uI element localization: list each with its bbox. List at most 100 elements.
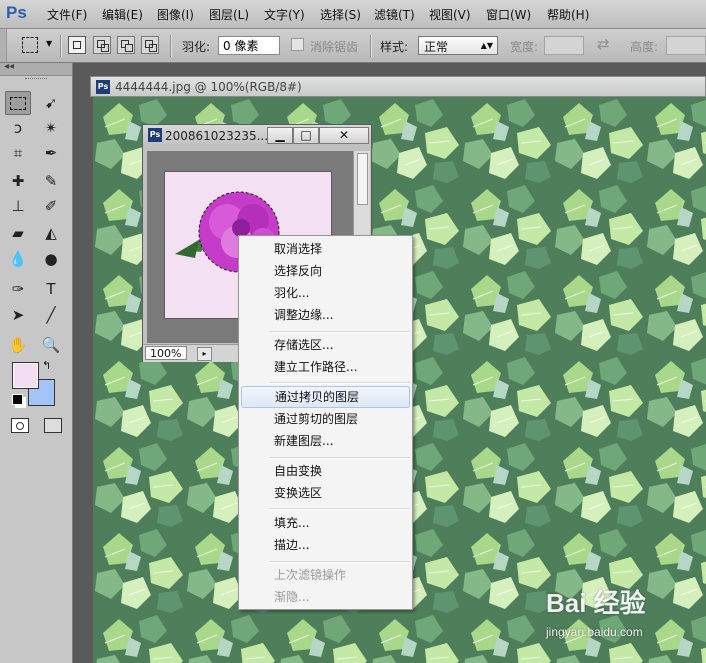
menu-layer[interactable]: 图层(L): [209, 6, 249, 23]
close-button[interactable]: ✕: [319, 127, 369, 144]
menu-feather[interactable]: 羽化...: [241, 282, 410, 304]
menu-image[interactable]: 图像(I): [157, 6, 194, 23]
minimize-button[interactable]: ▁: [267, 127, 293, 144]
crop-tool-icon[interactable]: ⌗: [5, 141, 31, 165]
options-separator: [60, 35, 62, 57]
menu-deselect[interactable]: 取消选择: [241, 238, 410, 260]
subwindow-titlebar[interactable]: Ps 200861023235... ▁ □ ✕: [143, 125, 371, 147]
eraser-tool-icon[interactable]: ▰: [5, 221, 31, 245]
style-select-value: 正常: [424, 40, 449, 54]
ps-document-icon: Ps: [148, 128, 162, 142]
antialias-checkbox[interactable]: [291, 38, 304, 51]
menu-layer-via-cut[interactable]: 通过剪切的图层: [241, 408, 410, 430]
height-label: 高度:: [630, 40, 659, 54]
quick-mask-icon[interactable]: [11, 418, 29, 433]
move-tool-icon[interactable]: ➹: [38, 91, 64, 115]
menu-help[interactable]: 帮助(H): [547, 6, 589, 23]
baidu-jingyan-logo: Bai 经验: [546, 588, 646, 618]
zoom-tool-icon[interactable]: 🔍: [38, 333, 64, 357]
new-selection-button[interactable]: [68, 36, 86, 54]
swap-arrows-icon[interactable]: ⇄: [597, 35, 610, 53]
swap-colors-icon[interactable]: ↰: [42, 359, 51, 372]
scrollbar-thumb[interactable]: [357, 153, 368, 205]
options-grip: [0, 29, 7, 62]
menu-new-layer[interactable]: 新建图层...: [241, 430, 410, 452]
menu-layer-via-copy[interactable]: 通过拷贝的图层: [241, 386, 410, 408]
menu-type[interactable]: 文字(Y): [264, 6, 305, 23]
chevron-down-icon: ▲▼: [480, 41, 493, 50]
paint-bucket-tool-icon[interactable]: ◭: [38, 221, 64, 245]
menu-fade: 渐隐...: [274, 590, 310, 604]
options-separator: [170, 35, 172, 57]
intersect-selection-button[interactable]: [141, 36, 159, 54]
magic-wand-tool-icon[interactable]: ✴: [38, 116, 64, 140]
menu-refine-edge[interactable]: 调整边缘...: [241, 304, 410, 326]
antialias-label: 消除锯齿: [310, 40, 359, 54]
menu-separator: [269, 457, 410, 459]
menu-stroke[interactable]: 描边...: [241, 534, 410, 556]
options-separator: [370, 35, 372, 57]
menu-separator: [269, 331, 410, 333]
menu-file[interactable]: 文件(F): [47, 6, 87, 23]
clone-stamp-tool-icon[interactable]: ⊥: [5, 194, 31, 218]
dodge-tool-icon[interactable]: ●: [38, 247, 64, 271]
menu-save-selection[interactable]: 存储选区...: [241, 334, 410, 356]
menu-free-transform[interactable]: 自由变换: [241, 460, 410, 482]
maximize-button[interactable]: □: [293, 127, 319, 144]
hand-tool-icon[interactable]: ✋: [5, 333, 31, 357]
menu-transform-selection[interactable]: 变换选区: [241, 482, 410, 504]
width-label: 宽度:: [510, 40, 539, 54]
menu-make-work-path[interactable]: 建立工作路径...: [241, 356, 410, 378]
marquee-preset-icon[interactable]: [22, 37, 38, 53]
document-tab[interactable]: Ps 4444444.jpg @ 100%(RGB/8#): [90, 76, 706, 97]
menu-filter[interactable]: 滤镜(T): [374, 6, 415, 23]
options-bar: ▼ 羽化: 消除锯齿 样式: 宽度: ⇄ 高度:: [0, 29, 706, 63]
marquee-tool-icon[interactable]: [5, 91, 31, 115]
preset-dropdown-icon[interactable]: ▼: [46, 39, 52, 48]
watermark-url: jingyan.baidu.com: [546, 625, 643, 639]
screen-mode-icon[interactable]: [44, 418, 62, 433]
menu-separator: [269, 561, 410, 563]
menu-view[interactable]: 视图(V): [429, 6, 471, 23]
feather-input[interactable]: [218, 36, 280, 55]
menu-edit[interactable]: 编辑(E): [102, 6, 143, 23]
path-selection-tool-icon[interactable]: ➤: [5, 303, 31, 327]
document-title: 4444444.jpg @ 100%(RGB/8#): [115, 80, 302, 94]
status-menu-icon[interactable]: ▸: [197, 347, 212, 361]
blur-tool-icon[interactable]: 💧: [5, 247, 31, 271]
menu-bar: Ps 文件(F) 编辑(E) 图像(I) 图层(L) 文字(Y) 选择(S) 滤…: [0, 0, 706, 29]
width-input[interactable]: [544, 36, 584, 55]
ps-document-icon: Ps: [96, 80, 110, 94]
zoom-level-field[interactable]: 100%: [145, 346, 187, 360]
menu-window[interactable]: 窗口(W): [486, 6, 531, 23]
subtract-selection-button[interactable]: [117, 36, 135, 54]
style-select[interactable]: 正常 ▲▼: [418, 36, 498, 55]
menu-last-filter: 上次滤镜操作: [274, 568, 347, 582]
style-label: 样式:: [380, 40, 409, 54]
line-tool-icon[interactable]: ╱: [38, 303, 64, 327]
tools-panel-grip[interactable]: ◂◂: [0, 61, 72, 76]
subwindow-title: 200861023235...: [165, 129, 269, 143]
foreground-color-swatch[interactable]: [12, 362, 39, 389]
default-colors-icon[interactable]: [12, 394, 23, 405]
feather-label: 羽化:: [182, 40, 211, 54]
menu-fill[interactable]: 填充...: [241, 512, 410, 534]
healing-brush-tool-icon[interactable]: ✚: [5, 169, 31, 193]
history-brush-tool-icon[interactable]: ✐: [38, 194, 64, 218]
height-input[interactable]: [666, 36, 706, 55]
tools-panel: ◂◂ ➹ ↄ ✴ ⌗ ✒ ✚ ✎ ⊥ ✐ ▰ ◭ 💧 ● ✑ T ➤ ╱ ✋ 🔍…: [0, 61, 73, 663]
pen-tool-icon[interactable]: ✑: [5, 277, 31, 301]
eyedropper-tool-icon[interactable]: ✒: [38, 141, 64, 165]
menu-separator: [269, 508, 410, 510]
context-menu: 取消选择 选择反向 羽化... 调整边缘... 存储选区... 建立工作路径..…: [238, 235, 413, 610]
photoshop-logo: Ps: [6, 3, 27, 22]
menu-select-inverse[interactable]: 选择反向: [241, 260, 410, 282]
menu-select[interactable]: 选择(S): [320, 6, 361, 23]
menu-separator: [269, 382, 410, 384]
brush-tool-icon[interactable]: ✎: [38, 169, 64, 193]
lasso-tool-icon[interactable]: ↄ: [5, 116, 31, 140]
baidu-watermark: Bai 经验 jingyan.baidu.com: [546, 583, 706, 663]
type-tool-icon[interactable]: T: [38, 277, 64, 301]
add-selection-button[interactable]: [93, 36, 111, 54]
tools-panel-handle[interactable]: [25, 78, 47, 81]
